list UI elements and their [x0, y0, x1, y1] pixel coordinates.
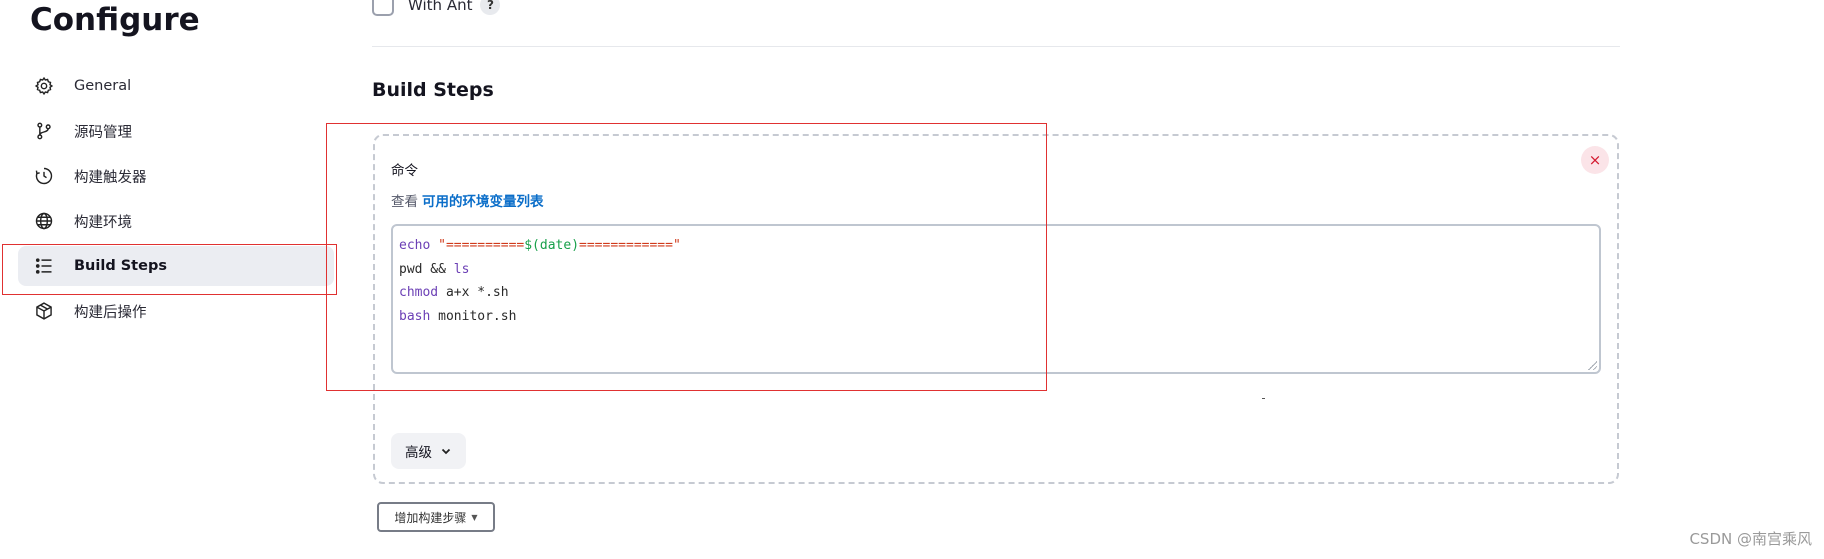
section-title: Build Steps [372, 79, 494, 101]
code-token: monitor.sh [430, 308, 517, 324]
command-label: 命令 [391, 163, 418, 179]
chevron-down-icon [440, 445, 452, 457]
globe-icon [32, 209, 56, 233]
timer-icon [32, 164, 56, 188]
gear-icon [32, 74, 56, 98]
code-token: "========== [438, 238, 525, 253]
sidebar-nav: General 源码管理 构建触发器 构建环境 Build Steps 构建后操… [18, 66, 334, 336]
code-token: echo [399, 238, 431, 253]
add-build-step-label: 增加构建步骤 [394, 510, 467, 525]
sidebar-item-post-build[interactable]: 构建后操作 [18, 291, 334, 331]
delete-step-button[interactable]: × [1581, 146, 1609, 174]
sidebar-item-label: General [74, 78, 132, 94]
env-vars-link[interactable]: 可用的环境变量列表 [422, 194, 544, 210]
sidebar-item-build-steps[interactable]: Build Steps [18, 246, 334, 286]
page-title: Configure [30, 2, 200, 38]
sidebar-item-label: 构建触发器 [74, 169, 147, 186]
caret-down-icon: ▼ [471, 512, 478, 522]
advanced-button[interactable]: 高级 [391, 433, 466, 469]
with-ant-label: With Ant [408, 0, 473, 14]
package-icon [32, 299, 56, 323]
code-token: pwd && [399, 261, 454, 277]
stray-mark [1262, 398, 1265, 399]
command-textarea[interactable]: echo "==========$(date)============" pwd … [391, 224, 1601, 374]
env-vars-prefix: 查看 [391, 194, 418, 210]
sidebar-item-label: 源码管理 [74, 124, 132, 141]
code-token: ============" [579, 238, 681, 253]
sidebar-item-general[interactable]: General [18, 66, 334, 106]
help-icon[interactable]: ? [480, 0, 501, 15]
sidebar-item-label: Build Steps [74, 258, 167, 274]
build-step-card: × 命令 查看 可用的环境变量列表 echo "==========$(date)… [373, 134, 1619, 484]
sidebar-item-source-control[interactable]: 源码管理 [18, 111, 334, 151]
list-icon [32, 254, 56, 278]
code-token: $(date) [524, 238, 580, 253]
sidebar-item-build-environment[interactable]: 构建环境 [18, 201, 334, 241]
resize-handle[interactable] [1587, 360, 1597, 370]
branch-icon [32, 119, 56, 143]
sidebar-item-build-triggers[interactable]: 构建触发器 [18, 156, 334, 196]
code-line: chmod a+x *.sh [399, 281, 1593, 305]
code-line: bash monitor.sh [399, 305, 1593, 329]
add-build-step-button[interactable]: 增加构建步骤 ▼ [377, 502, 495, 532]
with-ant-checkbox[interactable] [372, 0, 394, 16]
close-icon: × [1588, 151, 1602, 169]
section-divider [372, 46, 1620, 47]
sidebar-item-label: 构建环境 [74, 214, 132, 231]
with-ant-option: With Ant ? [372, 0, 501, 16]
code-token: chmod [399, 285, 439, 300]
code-token: bash [399, 308, 431, 324]
sidebar-item-label: 构建后操作 [74, 304, 147, 321]
env-vars-hint: 查看 可用的环境变量列表 [391, 190, 544, 210]
code-line: echo "==========$(date)============" [399, 234, 1593, 258]
code-line: pwd && ls [399, 258, 1593, 282]
jenkins-configure-page: Configure General 源码管理 构建触发器 构建环境 Build … [0, 0, 1824, 559]
code-token: ls [453, 261, 470, 277]
code-token: a+x *.sh [438, 285, 509, 300]
advanced-label: 高级 [405, 445, 432, 461]
watermark: CSDN @南宫乘风 [1689, 530, 1812, 548]
